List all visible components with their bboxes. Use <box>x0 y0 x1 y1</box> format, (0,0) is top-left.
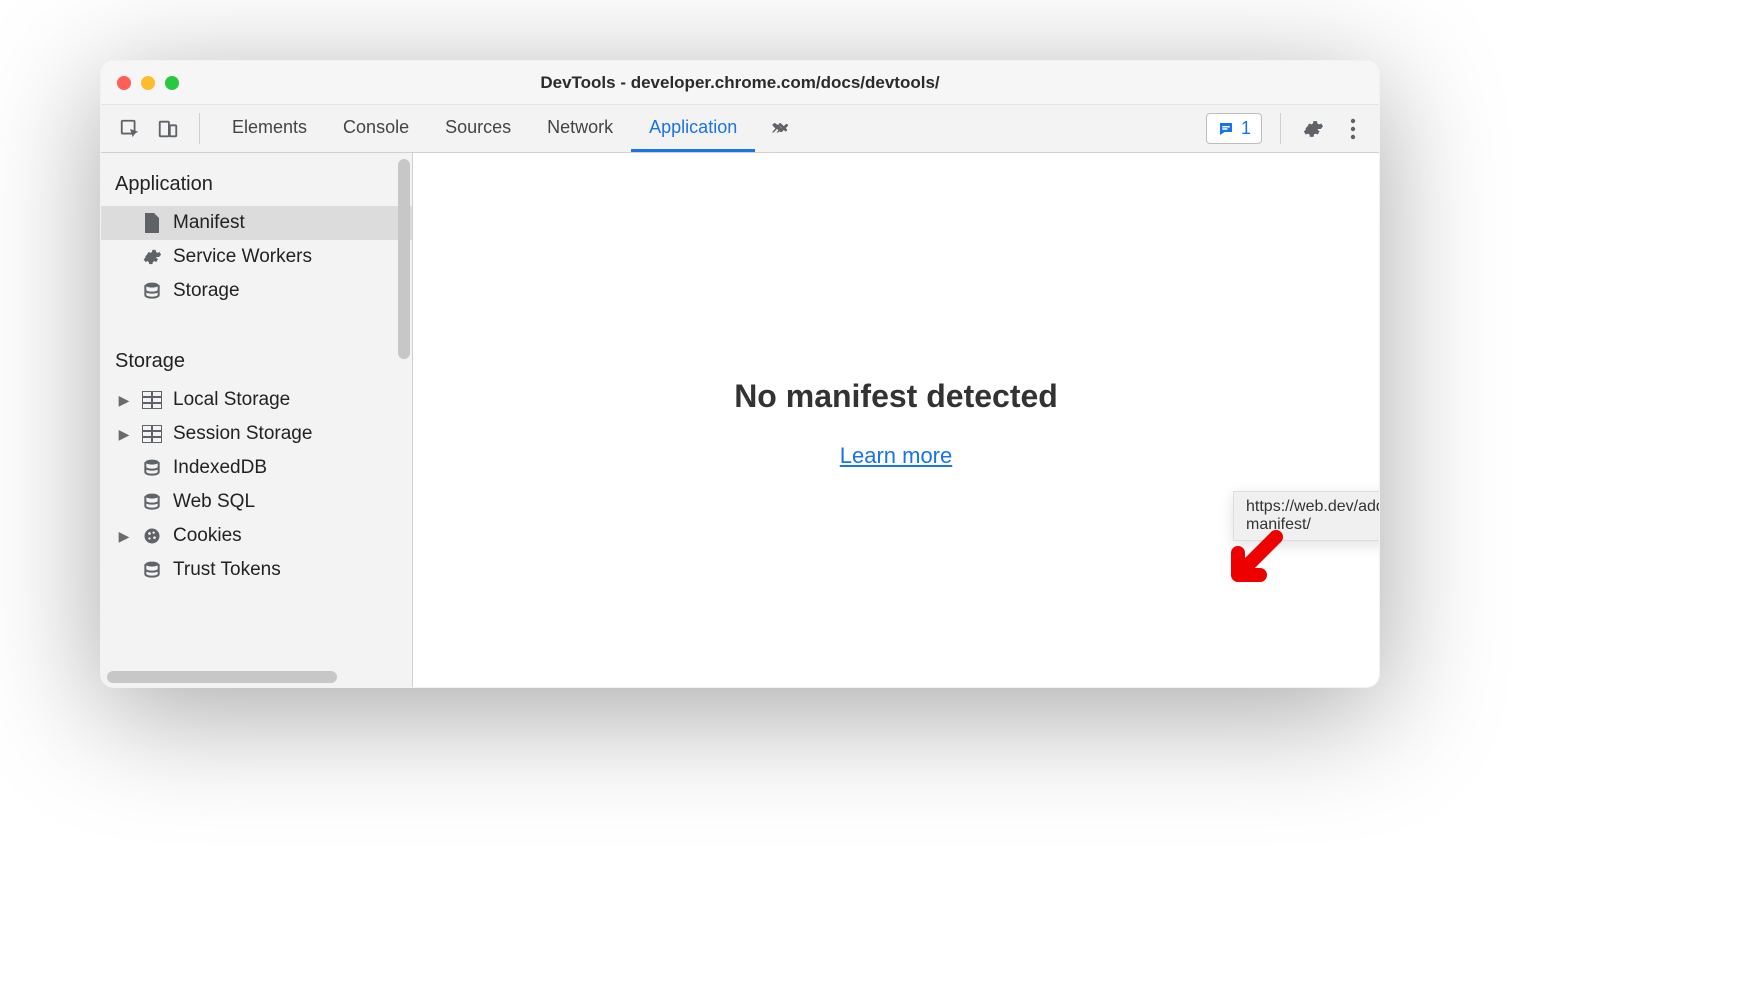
window-titlebar: DevTools - developer.chrome.com/docs/dev… <box>101 61 1379 105</box>
kebab-icon <box>1350 118 1356 140</box>
tab-elements[interactable]: Elements <box>214 105 325 152</box>
minimize-window-button[interactable] <box>141 76 155 90</box>
sidebar-vertical-scrollbar[interactable] <box>398 159 410 359</box>
sidebar-item-label: Local Storage <box>173 389 290 411</box>
settings-button[interactable] <box>1295 105 1331 152</box>
file-icon <box>141 212 163 234</box>
sidebar-item-label: Web SQL <box>173 491 255 513</box>
devtools-toolbar: Elements Console Sources Network Applica… <box>101 105 1379 153</box>
database-icon <box>141 457 163 479</box>
sidebar-item-local-storage[interactable]: ▶ Local Storage <box>101 383 412 417</box>
more-tabs-button[interactable]: » <box>759 105 794 152</box>
device-toolbar-icon[interactable] <box>151 105 185 152</box>
close-window-button[interactable] <box>117 76 131 90</box>
table-icon <box>141 423 163 445</box>
toolbar-separator <box>1280 113 1281 144</box>
sidebar-section-application: Application <box>101 159 412 206</box>
devtools-tabs: Elements Console Sources Network Applica… <box>214 105 755 152</box>
expand-icon[interactable]: ▶ <box>117 528 131 545</box>
sidebar-item-label: Manifest <box>173 212 245 234</box>
toolbar-separator <box>199 113 200 144</box>
sidebar-horizontal-scrollbar[interactable] <box>107 671 337 683</box>
table-icon <box>141 389 163 411</box>
learn-more-link[interactable]: Learn more <box>840 443 953 469</box>
sidebar-item-label: IndexedDB <box>173 457 267 479</box>
main-panel: No manifest detected Learn more https://… <box>413 153 1379 687</box>
tab-sources[interactable]: Sources <box>427 105 529 152</box>
tab-network[interactable]: Network <box>529 105 631 152</box>
sidebar-item-cookies[interactable]: ▶ Cookies <box>101 519 412 553</box>
sidebar-item-label: Session Storage <box>173 423 312 445</box>
window-traffic-lights <box>117 76 179 90</box>
issues-count: 1 <box>1241 118 1251 139</box>
sidebar-item-label: Cookies <box>173 525 242 547</box>
empty-state-title: No manifest detected <box>413 378 1379 415</box>
sidebar-item-session-storage[interactable]: ▶ Session Storage <box>101 417 412 451</box>
sidebar-item-label: Storage <box>173 280 240 302</box>
gear-icon <box>1302 118 1324 140</box>
tab-console[interactable]: Console <box>325 105 427 152</box>
annotation-arrow-icon <box>1218 525 1288 595</box>
expand-icon[interactable]: ▶ <box>117 426 131 443</box>
sidebar-item-label: Trust Tokens <box>173 559 281 581</box>
chat-icon <box>1217 120 1235 138</box>
sidebar-item-manifest[interactable]: Manifest <box>101 206 412 240</box>
inspect-element-icon[interactable] <box>113 105 147 152</box>
sidebar-section-storage: Storage <box>101 336 412 383</box>
sidebar-item-service-workers[interactable]: Service Workers <box>101 240 412 274</box>
database-icon <box>141 491 163 513</box>
database-icon <box>141 280 163 302</box>
manifest-empty-state: No manifest detected Learn more <box>413 378 1379 469</box>
tab-application[interactable]: Application <box>631 105 755 152</box>
cookie-icon <box>141 525 163 547</box>
window-title: DevTools - developer.chrome.com/docs/dev… <box>101 73 1379 93</box>
expand-icon[interactable]: ▶ <box>117 392 131 409</box>
application-sidebar: Application Manifest Service Workers <box>101 153 413 687</box>
sidebar-item-label: Service Workers <box>173 246 312 268</box>
more-options-button[interactable] <box>1335 105 1371 152</box>
sidebar-item-web-sql[interactable]: Web SQL <box>101 485 412 519</box>
database-icon <box>141 559 163 581</box>
issues-badge[interactable]: 1 <box>1206 113 1262 144</box>
zoom-window-button[interactable] <box>165 76 179 90</box>
sidebar-item-indexeddb[interactable]: IndexedDB <box>101 451 412 485</box>
gear-icon <box>141 246 163 268</box>
sidebar-item-trust-tokens[interactable]: Trust Tokens <box>101 553 412 587</box>
devtools-window: DevTools - developer.chrome.com/docs/dev… <box>100 60 1380 688</box>
sidebar-item-storage[interactable]: Storage <box>101 274 412 308</box>
